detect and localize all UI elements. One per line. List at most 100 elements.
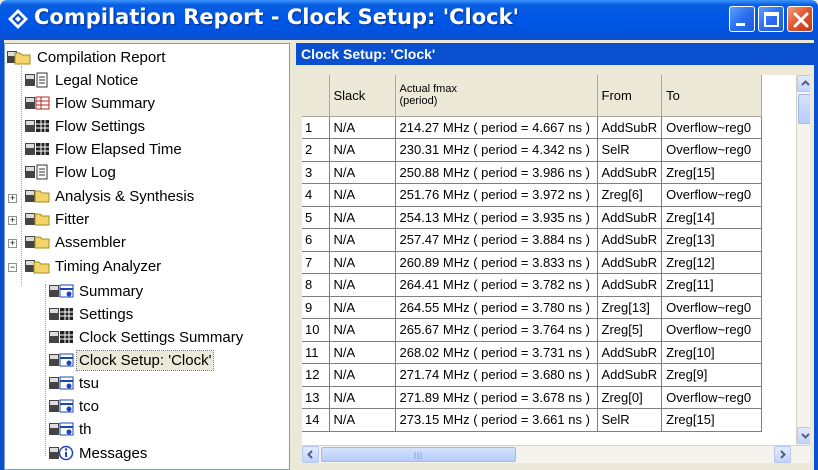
tree-item-tsu[interactable]: tsu bbox=[48, 372, 101, 394]
chevron-left-icon bbox=[307, 450, 313, 459]
app-diamond-icon bbox=[8, 9, 28, 29]
window-title: Compilation Report - Clock Setup: 'Clock… bbox=[34, 5, 520, 29]
row-number-cell: 5 bbox=[302, 206, 330, 229]
minimize-button[interactable] bbox=[729, 6, 755, 32]
close-button[interactable] bbox=[787, 6, 813, 32]
vertical-scrollbar[interactable] bbox=[796, 75, 810, 445]
from-cell: SelR bbox=[597, 138, 663, 162]
tree-item-summary[interactable]: Summary bbox=[48, 280, 145, 302]
expand-analysis-toggle[interactable]: + bbox=[8, 194, 17, 203]
scroll-right-button[interactable] bbox=[774, 446, 791, 463]
title-bar[interactable]: Compilation Report - Clock Setup: 'Clock… bbox=[0, 0, 818, 40]
tree-item-flow-summary[interactable]: Flow Summary bbox=[24, 92, 157, 114]
row-number-cell: 2 bbox=[302, 138, 330, 162]
row-number-cell: 7 bbox=[302, 251, 330, 274]
tree-item-flow-settings[interactable]: Flow Settings bbox=[24, 115, 147, 137]
column-header-slack[interactable]: Slack bbox=[329, 75, 396, 117]
collapse-timing-toggle[interactable]: − bbox=[8, 263, 17, 272]
maximize-icon bbox=[764, 12, 779, 27]
table-row[interactable]: 10 N/A 265.67 MHz ( period = 3.764 ns ) Zre… bbox=[302, 318, 763, 342]
table-row[interactable]: 5 N/A 254.13 MHz ( period = 3.935 ns ) AddS… bbox=[302, 206, 763, 229]
from-cell: AddSubR bbox=[597, 251, 663, 274]
tree-item-tco[interactable]: tco bbox=[48, 395, 101, 417]
fmax-cell: 271.74 MHz ( period = 3.680 ns ) bbox=[395, 363, 598, 387]
from-cell: AddSubR bbox=[597, 363, 663, 387]
to-cell: Overflow~reg0 bbox=[661, 138, 763, 162]
table-row[interactable]: 14 N/A 273.15 MHz ( period = 3.661 ns ) Sel… bbox=[302, 408, 763, 432]
table-row[interactable]: 6 N/A 257.47 MHz ( period = 3.884 ns ) AddS… bbox=[302, 228, 763, 252]
to-cell: Overflow~reg0 bbox=[661, 115, 763, 139]
fmax-cell: 260.89 MHz ( period = 3.833 ns ) bbox=[395, 251, 598, 274]
tree-item-legal-notice[interactable]: Legal Notice bbox=[24, 69, 140, 91]
maximize-button[interactable] bbox=[758, 6, 784, 32]
report-header: Clock Setup: 'Clock' bbox=[296, 43, 814, 65]
table-header-row: Slack Actual fmax (period) From To bbox=[302, 75, 763, 117]
report-pane: Clock Setup: 'Clock' Slack Actual fmax (… bbox=[296, 43, 814, 470]
vertical-scroll-thumb[interactable] bbox=[798, 94, 810, 124]
tree-item-timing-analyzer[interactable]: Timing Analyzer bbox=[24, 255, 163, 277]
to-cell: Zreg[15] bbox=[661, 408, 763, 432]
column-header-rownum[interactable] bbox=[302, 75, 330, 117]
report-icon bbox=[49, 353, 74, 367]
horizontal-scrollbar[interactable] bbox=[302, 445, 810, 463]
from-cell: AddSubR bbox=[597, 161, 663, 184]
horizontal-scroll-thumb[interactable] bbox=[321, 447, 516, 462]
tree-item-clock-setup[interactable]: Clock Setup: 'Clock' bbox=[48, 349, 215, 371]
to-cell: Zreg[14] bbox=[661, 206, 763, 229]
table-row[interactable]: 1 N/A 214.27 MHz ( period = 4.667 ns ) AddS… bbox=[302, 115, 763, 139]
column-header-fmax[interactable]: Actual fmax (period) bbox=[395, 75, 598, 117]
tree-item-analysis-synthesis[interactable]: Analysis & Synthesis bbox=[24, 185, 196, 207]
report-icon bbox=[49, 422, 74, 436]
fmax-cell: 273.15 MHz ( period = 3.661 ns ) bbox=[395, 408, 598, 432]
tree-item-assembler[interactable]: Assembler bbox=[24, 231, 128, 253]
expand-fitter-toggle[interactable]: + bbox=[8, 216, 17, 225]
to-cell: Zreg[9] bbox=[661, 363, 763, 387]
fmax-cell: 230.31 MHz ( period = 4.342 ns ) bbox=[395, 138, 598, 162]
scroll-left-button[interactable] bbox=[302, 446, 319, 463]
table-icon bbox=[25, 96, 50, 110]
scroll-up-button[interactable] bbox=[797, 75, 810, 92]
tree-root-label: Compilation Report bbox=[37, 48, 166, 66]
to-cell: Overflow~reg0 bbox=[661, 183, 763, 207]
to-cell: Overflow~reg0 bbox=[661, 318, 763, 342]
column-header-to[interactable]: To bbox=[661, 75, 763, 117]
table-row[interactable]: 3 N/A 250.88 MHz ( period = 3.986 ns ) AddS… bbox=[302, 161, 763, 184]
table-icon bbox=[25, 120, 49, 132]
table-row[interactable]: 4 N/A 251.76 MHz ( period = 3.972 ns ) Zreg… bbox=[302, 183, 763, 207]
table-row[interactable]: 12 N/A 271.74 MHz ( period = 3.680 ns ) Add… bbox=[302, 363, 763, 387]
tree-item-settings[interactable]: Settings bbox=[48, 303, 135, 325]
slack-cell: N/A bbox=[329, 408, 396, 432]
tree-item-th[interactable]: th bbox=[48, 418, 94, 440]
tree-line bbox=[45, 284, 46, 456]
tree-item-messages[interactable]: Messages bbox=[48, 442, 149, 464]
tree-item-fitter[interactable]: Fitter bbox=[24, 208, 91, 230]
row-number-cell: 3 bbox=[302, 161, 330, 184]
table-row[interactable]: 2 N/A 230.31 MHz ( period = 4.342 ns ) SelR… bbox=[302, 138, 763, 162]
column-header-from[interactable]: From bbox=[597, 75, 663, 117]
report-icon bbox=[49, 284, 74, 298]
row-number-cell: 11 bbox=[302, 341, 330, 364]
tree-root[interactable]: Compilation Report bbox=[6, 46, 167, 68]
expand-assembler-toggle[interactable]: + bbox=[8, 239, 17, 248]
table-row[interactable]: 13 N/A 271.89 MHz ( period = 3.678 ns ) Zre… bbox=[302, 386, 763, 409]
table-row[interactable]: 9 N/A 264.55 MHz ( period = 3.780 ns ) Zreg… bbox=[302, 296, 763, 319]
fmax-cell: 264.41 MHz ( period = 3.782 ns ) bbox=[395, 273, 598, 297]
report-tree[interactable]: Compilation Report Legal Notice Flow Sum… bbox=[4, 43, 290, 470]
tree-item-clock-settings-summary[interactable]: Clock Settings Summary bbox=[48, 326, 245, 348]
document-icon bbox=[25, 72, 48, 88]
table-row[interactable]: 11 N/A 268.02 MHz ( period = 3.731 ns ) Add… bbox=[302, 341, 763, 364]
table-row[interactable]: 7 N/A 260.89 MHz ( period = 3.833 ns ) AddS… bbox=[302, 251, 763, 274]
slack-cell: N/A bbox=[329, 296, 396, 319]
scroll-down-button[interactable] bbox=[797, 427, 810, 444]
slack-cell: N/A bbox=[329, 386, 396, 409]
document-icon bbox=[25, 164, 48, 180]
table-row[interactable]: 8 N/A 264.41 MHz ( period = 3.782 ns ) AddS… bbox=[302, 273, 763, 297]
row-number-cell: 8 bbox=[302, 273, 330, 297]
slack-cell: N/A bbox=[329, 161, 396, 184]
results-table[interactable]: Slack Actual fmax (period) From To 1 N/A 2… bbox=[302, 75, 810, 445]
from-cell: Zreg[0] bbox=[597, 386, 663, 409]
folder-icon bbox=[25, 236, 50, 249]
tree-item-flow-log[interactable]: Flow Log bbox=[24, 161, 118, 183]
report-icon bbox=[49, 399, 74, 413]
tree-item-flow-elapsed-time[interactable]: Flow Elapsed Time bbox=[24, 138, 184, 160]
